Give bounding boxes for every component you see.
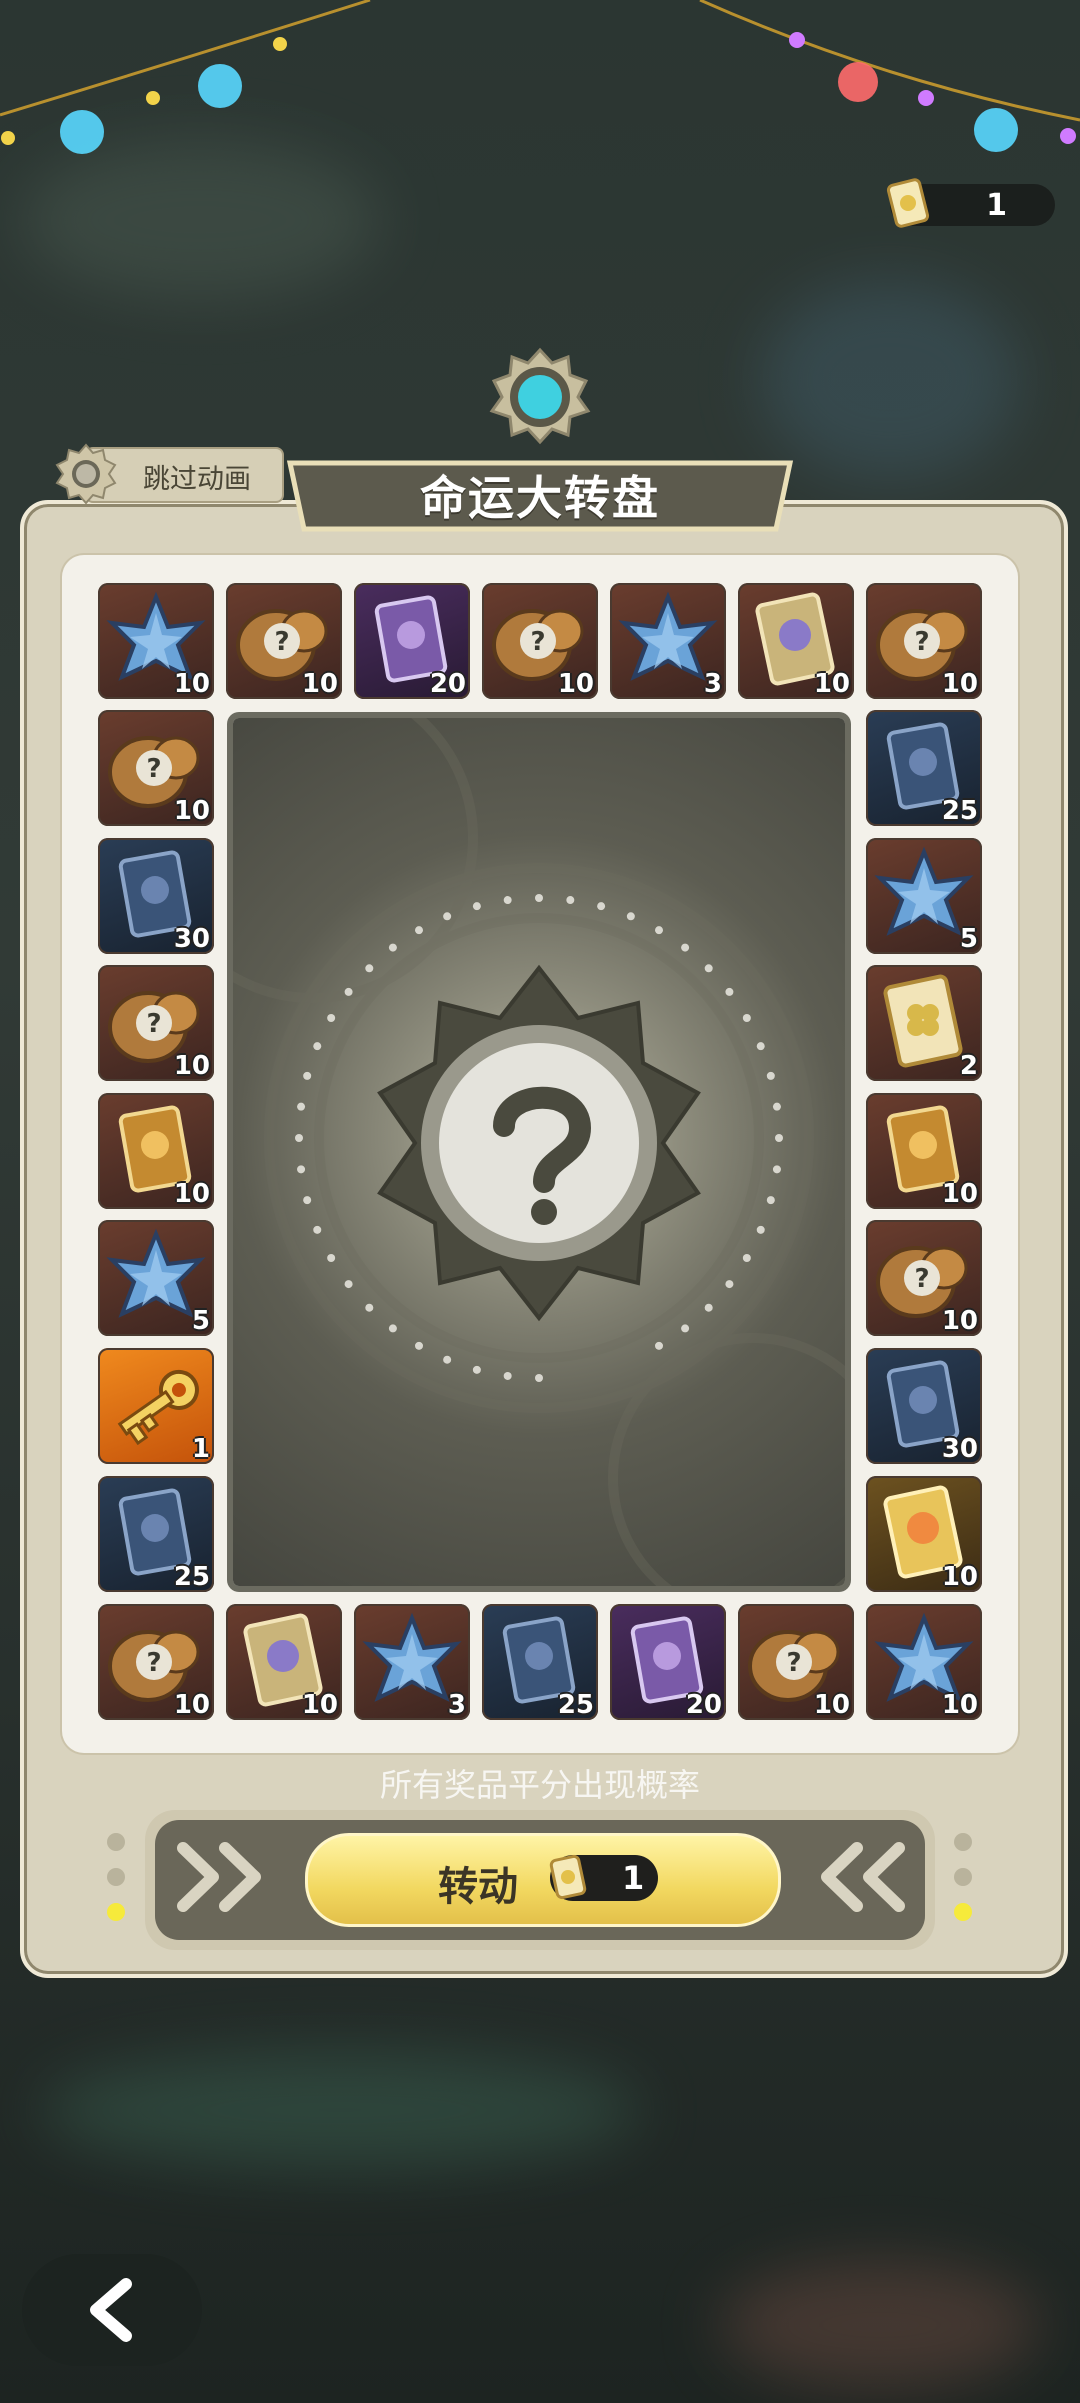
prize-count: 20 — [685, 1690, 722, 1720]
prize-cell-clover-card: 2 — [866, 965, 982, 1081]
string-lights-decoration — [0, 0, 1080, 154]
chevron-left-icon — [821, 1842, 905, 1912]
prize-cell-blue-card: 25 — [482, 1604, 598, 1720]
prize-cell-orange-card: 10 — [866, 1093, 982, 1209]
ticket-count: 1 — [986, 188, 1007, 223]
prize-cell-character-card: 10 — [226, 1604, 342, 1720]
prize-count: 3 — [447, 1690, 466, 1720]
prize-count: 10 — [557, 669, 594, 699]
prize-count: 5 — [191, 1306, 210, 1336]
svg-text:?: ? — [146, 1009, 161, 1039]
prize-cell-mystery-bag: ? 10 — [226, 583, 342, 699]
skip-animation-toggle[interactable]: 跳过动画 — [55, 443, 284, 505]
svg-text:?: ? — [786, 1648, 801, 1678]
prize-cell-mystery-bag: ? 10 — [866, 583, 982, 699]
svg-text:?: ? — [914, 627, 929, 657]
spin-button[interactable]: 转动 1 — [305, 1833, 781, 1927]
prize-cell-mystery-bag: ? 10 — [98, 965, 214, 1081]
svg-text:?: ? — [914, 1264, 929, 1294]
prize-count: 10 — [301, 669, 338, 699]
prize-count: 25 — [173, 1562, 210, 1592]
prize-cell-blue-card: 30 — [98, 838, 214, 954]
prize-count: 10 — [173, 1690, 210, 1720]
spin-button-label: 转动 — [438, 1864, 518, 1910]
background-blur — [760, 280, 1020, 480]
chevron-right-icon — [177, 1842, 261, 1912]
spin-cost-badge: 1 — [549, 1854, 658, 1901]
prize-count: 10 — [813, 1690, 850, 1720]
prize-count: 10 — [301, 1690, 338, 1720]
question-mark-icon — [493, 1086, 592, 1225]
prize-cell-mystery-bag: ? 10 — [866, 1220, 982, 1336]
prize-count: 3 — [703, 669, 722, 699]
prize-cell-blue-card: 30 — [866, 1348, 982, 1464]
spin-cost-value: 1 — [622, 1859, 645, 1897]
prize-count: 10 — [173, 1051, 210, 1081]
prize-cell-blue-card: 25 — [866, 710, 982, 826]
prize-cell-mystery-bag: ? 10 — [98, 1604, 214, 1720]
prize-count: 25 — [557, 1690, 594, 1720]
back-arrow-icon — [90, 2278, 132, 2342]
skip-animation-label: 跳过动画 — [143, 464, 251, 495]
prize-cell-purple-card: 20 — [610, 1604, 726, 1720]
prize-count: 10 — [941, 1562, 978, 1592]
prize-count: 10 — [941, 1179, 978, 1209]
prize-cell-star-shard: 3 — [610, 583, 726, 699]
prize-cell-mystery-bag: ? 10 — [482, 583, 598, 699]
indicator-dots-right — [954, 1833, 972, 1921]
prize-count: 1 — [191, 1434, 210, 1464]
prize-cell-star-shard: 5 — [98, 1220, 214, 1336]
prize-count: 10 — [173, 669, 210, 699]
prize-cell-star-shard: 3 — [354, 1604, 470, 1720]
ticket-icon — [886, 178, 930, 228]
prize-cell-star-shard: 10 — [98, 583, 214, 699]
ticket-counter: 1 — [886, 178, 1055, 228]
page-title: 命运大转盘 — [420, 471, 660, 525]
prize-count: 10 — [173, 796, 210, 826]
prize-cell-star-shard: 10 — [866, 1604, 982, 1720]
prize-count: 10 — [941, 669, 978, 699]
back-button[interactable] — [22, 2254, 202, 2366]
background-blur — [720, 2260, 1040, 2390]
prize-count: 30 — [941, 1434, 978, 1464]
probability-note: 所有奖品平分出现概率 — [379, 1766, 700, 1804]
svg-text:?: ? — [146, 754, 161, 784]
gear-emblem-icon — [489, 347, 591, 445]
prize-count: 2 — [959, 1051, 978, 1081]
svg-text:?: ? — [146, 1648, 161, 1678]
prize-cell-character-card: 10 — [738, 583, 854, 699]
prize-cell-purple-card: 20 — [354, 583, 470, 699]
prize-count: 30 — [173, 924, 210, 954]
svg-text:?: ? — [274, 627, 289, 657]
prize-count: 5 — [959, 924, 978, 954]
prize-count: 10 — [173, 1179, 210, 1209]
prize-cell-mystery-bag: ? 10 — [738, 1604, 854, 1720]
prize-count: 20 — [429, 669, 466, 699]
prize-cell-star-shard: 5 — [866, 838, 982, 954]
prize-count: 10 — [941, 1690, 978, 1720]
prize-count: 25 — [941, 796, 978, 826]
prize-cell-orange-card: 10 — [98, 1093, 214, 1209]
prize-cell-golden-key: 1 — [98, 1348, 214, 1464]
indicator-dots-left — [107, 1833, 125, 1921]
ticket-icon — [549, 1854, 587, 1900]
prize-cell-gold-card: 10 — [866, 1476, 982, 1592]
svg-text:?: ? — [530, 627, 545, 657]
prize-cell-blue-card: 25 — [98, 1476, 214, 1592]
prize-count: 10 — [941, 1306, 978, 1336]
prize-count: 10 — [813, 669, 850, 699]
gear-toggle-icon — [55, 443, 117, 505]
prize-cell-mystery-bag: ? 10 — [98, 710, 214, 826]
background-blur — [40, 2050, 640, 2170]
